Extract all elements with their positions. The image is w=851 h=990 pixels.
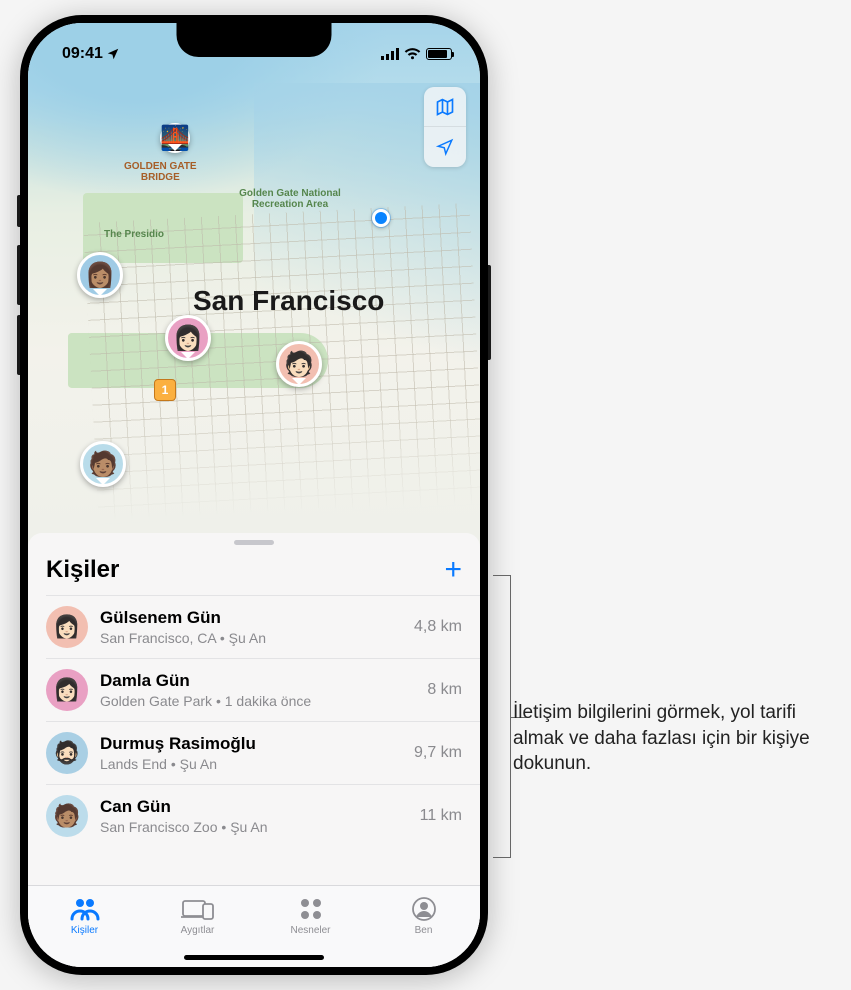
location-services-icon — [106, 47, 120, 61]
map-icon — [435, 97, 455, 117]
people-sheet[interactable]: Kişiler + 👩🏻 Gülsenem Gün San Francisco,… — [28, 533, 480, 967]
items-icon — [299, 897, 323, 921]
person-row[interactable]: 🧑🏽 Can Gün San Francisco Zoo • Şu An 11 … — [46, 784, 480, 847]
side-button — [488, 265, 491, 360]
people-list: 👩🏻 Gülsenem Gün San Francisco, CA • Şu A… — [28, 595, 480, 847]
callout-bracket — [493, 575, 511, 858]
battery-icon — [426, 48, 452, 60]
map-style-button[interactable] — [424, 87, 466, 127]
devices-icon — [181, 898, 215, 920]
person-distance: 11 km — [420, 807, 462, 825]
map-pin-person-1[interactable]: 👩🏽 — [77, 252, 123, 298]
person-distance: 8 km — [427, 681, 462, 699]
tab-me[interactable]: Ben — [367, 886, 480, 945]
person-row[interactable]: 🧔🏻 Durmuş Rasimoğlu Lands End • Şu An 9,… — [46, 721, 480, 784]
me-icon — [412, 897, 436, 921]
route-1-shield: 1 — [154, 379, 176, 401]
map-pin-person-2[interactable]: 👩🏻 — [165, 315, 211, 361]
person-row[interactable]: 👩🏻 Damla Gün Golden Gate Park • 1 dakika… — [46, 658, 480, 721]
map-controls — [424, 87, 466, 167]
map-pin-golden-gate-bridge[interactable]: 🌉 — [160, 123, 190, 153]
map-view[interactable]: San Francisco GOLDEN GATE BRIDGE Golden … — [28, 23, 480, 571]
callout-text: İletişim bilgilerini görmek, yol tarifi … — [513, 700, 833, 777]
person-name: Damla Gün — [100, 671, 415, 691]
person-row[interactable]: 👩🏻 Gülsenem Gün San Francisco, CA • Şu A… — [46, 595, 480, 658]
add-person-button[interactable]: + — [444, 555, 462, 585]
location-arrow-icon — [436, 138, 454, 156]
home-indicator[interactable] — [184, 955, 324, 960]
tab-label: Nesneler — [290, 925, 330, 936]
person-subtitle: San Francisco, CA • Şu An — [100, 630, 402, 646]
poi-label-presidio: The Presidio — [94, 229, 174, 240]
tab-items[interactable]: Nesneler — [254, 886, 367, 945]
avatar: 👩🏻 — [46, 606, 88, 648]
tab-label: Aygıtlar — [181, 925, 215, 936]
sheet-header: Kişiler + — [28, 551, 480, 595]
sheet-grabber[interactable] — [234, 540, 274, 545]
person-subtitle: San Francisco Zoo • Şu An — [100, 819, 408, 835]
avatar: 👩🏻 — [46, 669, 88, 711]
map-pin-person-4[interactable]: 🧑🏽 — [80, 441, 126, 487]
map-city-label: San Francisco — [193, 285, 384, 317]
person-name: Can Gün — [100, 797, 408, 817]
person-distance: 4,8 km — [414, 618, 462, 636]
poi-label-golden-gate-bridge: GOLDEN GATE BRIDGE — [124, 161, 197, 183]
map-pin-person-3[interactable]: 🧑🏻 — [276, 341, 322, 387]
screen: 09:41 San Francisco GOLDEN GATE BRIDGE G… — [28, 23, 480, 967]
avatar: 🧑🏽 — [46, 795, 88, 837]
cellular-icon — [381, 48, 399, 60]
person-subtitle: Lands End • Şu An — [100, 756, 402, 772]
person-distance: 9,7 km — [414, 744, 462, 762]
mute-switch — [17, 195, 20, 227]
tab-devices[interactable]: Aygıtlar — [141, 886, 254, 945]
volume-up-button — [17, 245, 20, 305]
my-location-dot[interactable] — [372, 209, 390, 227]
avatar: 🧔🏻 — [46, 732, 88, 774]
person-name: Durmuş Rasimoğlu — [100, 734, 402, 754]
people-icon — [70, 897, 100, 921]
tab-label: Kişiler — [71, 925, 98, 936]
sheet-title: Kişiler — [46, 556, 119, 584]
status-time: 09:41 — [62, 45, 103, 63]
wifi-icon — [404, 48, 421, 60]
person-subtitle: Golden Gate Park • 1 dakika önce — [100, 693, 415, 709]
phone-frame: 09:41 San Francisco GOLDEN GATE BRIDGE G… — [20, 15, 488, 975]
current-location-button[interactable] — [424, 127, 466, 167]
notch — [177, 23, 332, 57]
person-name: Gülsenem Gün — [100, 608, 402, 628]
volume-down-button — [17, 315, 20, 375]
tab-people[interactable]: Kişiler — [28, 886, 141, 945]
tab-label: Ben — [415, 925, 433, 936]
poi-label-ggnra: Golden Gate National Recreation Area — [235, 188, 345, 210]
